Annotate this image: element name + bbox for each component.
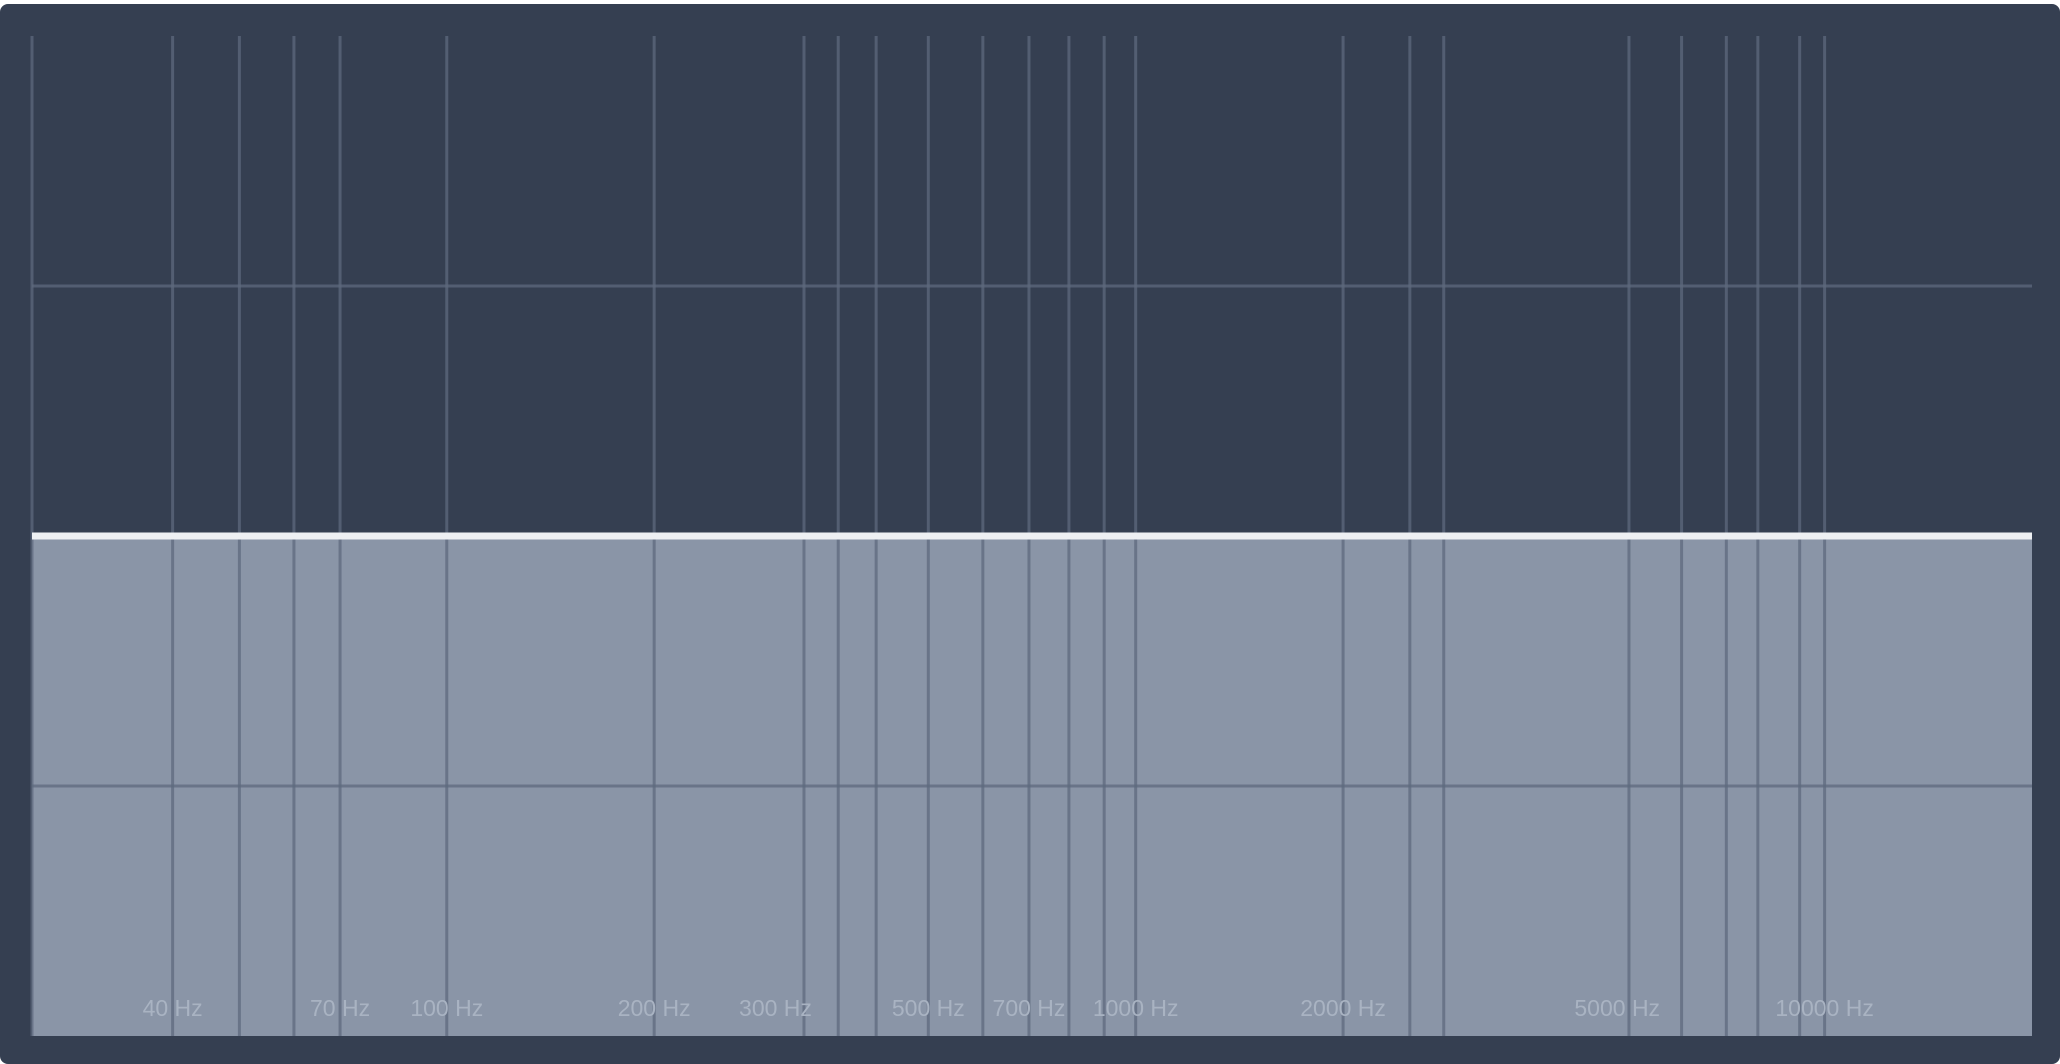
frequency-tick-label: 2000 Hz	[1300, 995, 1386, 1021]
frequency-tick-label: 300 Hz	[739, 995, 812, 1021]
frequency-tick-label: 1000 Hz	[1093, 995, 1179, 1021]
frequency-tick-label: 70 Hz	[310, 995, 370, 1021]
frequency-tick-label: 5000 Hz	[1574, 995, 1660, 1021]
eq-response-chart: 40 Hz 70 Hz 100 Hz 200 Hz 300 Hz 500 Hz 700 Hz…	[30, 36, 2032, 1036]
frequency-tick-label: 200 Hz	[618, 995, 691, 1021]
frequency-tick-label: 40 Hz	[143, 995, 203, 1021]
frequency-tick-label: 100 Hz	[410, 995, 483, 1021]
frequency-tick-label: 10000 Hz	[1775, 995, 1873, 1021]
frequency-tick-label: 700 Hz	[993, 995, 1066, 1021]
frequency-tick-label: 500 Hz	[892, 995, 965, 1021]
